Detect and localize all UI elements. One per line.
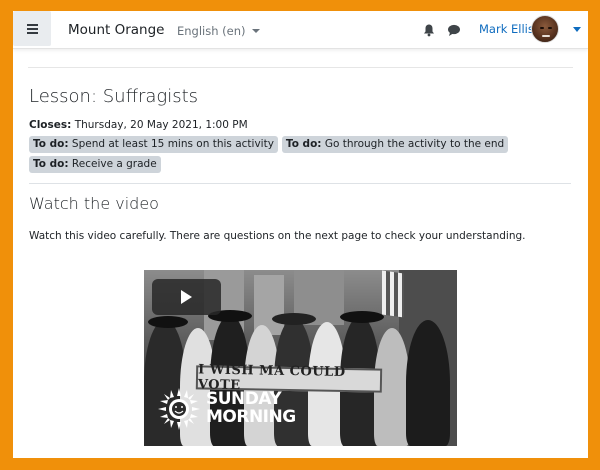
- video-player[interactable]: I WISH MA COULD VOTE SUNDAY MORNING: [144, 270, 457, 446]
- page-frame: Mount Orange English (en) Mark Ellis Les…: [13, 11, 588, 458]
- site-name-link[interactable]: Mount Orange: [68, 22, 164, 38]
- hat: [272, 313, 316, 325]
- play-icon: [181, 290, 192, 304]
- show-title-line2: MORNING: [206, 407, 296, 427]
- bell-icon[interactable]: [422, 23, 436, 37]
- chevron-down-icon: [251, 29, 260, 33]
- user-menu-chevron-icon[interactable]: [573, 27, 581, 32]
- main-content: Lesson: Suffragists Closes: Thursday, 20…: [29, 86, 572, 242]
- section-intro: Watch this video carefully. There are qu…: [29, 230, 526, 242]
- section-divider: [29, 183, 571, 184]
- todo-badge: To do: Go through the activity to the en…: [281, 136, 509, 153]
- todo-text: Go through the activity to the end: [324, 138, 505, 150]
- completion-requirements: To do: Spend at least 15 mins on this ac…: [29, 136, 509, 173]
- todo-label: To do:: [33, 138, 69, 150]
- show-title-line1: SUNDAY: [206, 389, 282, 409]
- todo-label: To do:: [285, 138, 322, 150]
- user-avatar[interactable]: [531, 15, 559, 43]
- user-name-link[interactable]: Mark Ellis: [479, 22, 534, 36]
- divider: [28, 67, 573, 68]
- show-title: SUNDAY MORNING: [206, 390, 296, 426]
- flag: [382, 270, 404, 318]
- language-selector[interactable]: English (en): [177, 24, 260, 38]
- chat-bubble-icon[interactable]: [447, 24, 461, 37]
- top-navbar: Mount Orange English (en) Mark Ellis: [13, 11, 588, 49]
- sun-logo-icon: [158, 388, 200, 430]
- todo-badge: To do: Spend at least 15 mins on this ac…: [29, 136, 278, 153]
- hamburger-menu-button[interactable]: [13, 11, 51, 46]
- todo-text: Spend at least 15 mins on this activity: [71, 138, 274, 150]
- closes-value: Thursday, 20 May 2021, 1:00 PM: [74, 119, 248, 131]
- play-button[interactable]: [152, 279, 221, 315]
- closes-date: Closes: Thursday, 20 May 2021, 1:00 PM: [29, 119, 572, 131]
- hat: [340, 311, 384, 323]
- todo-label: To do:: [33, 158, 69, 170]
- page-title: Lesson: Suffragists: [29, 86, 199, 107]
- crowd-figure: [406, 320, 450, 446]
- section-title: Watch the video: [29, 194, 159, 213]
- language-label: English (en): [177, 24, 246, 38]
- hat: [148, 316, 188, 328]
- todo-text: Receive a grade: [71, 158, 157, 170]
- todo-badge: To do: Receive a grade: [29, 156, 161, 173]
- closes-label: Closes:: [29, 119, 72, 131]
